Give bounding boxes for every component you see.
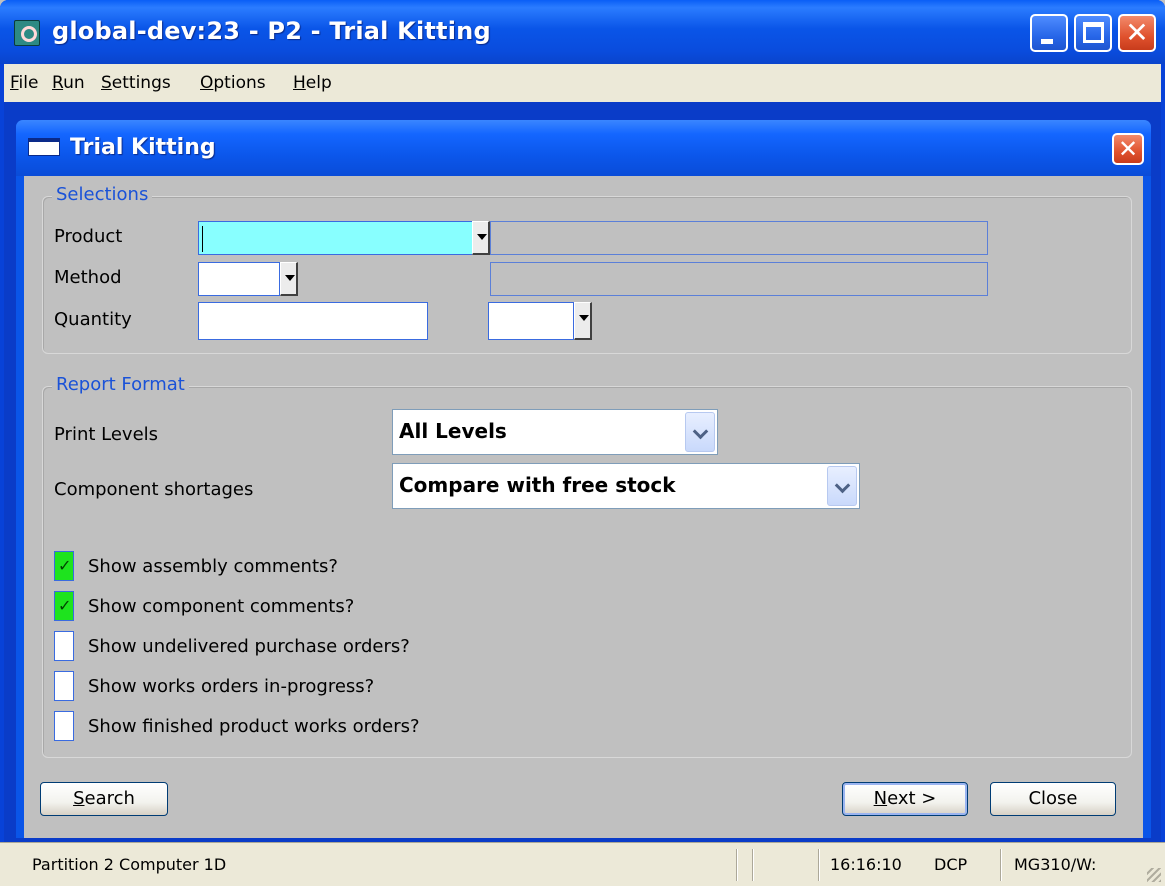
- product-field[interactable]: [198, 221, 474, 255]
- show-works-orders-in-progress-label: Show works orders in-progress?: [88, 676, 375, 697]
- print-levels-label: Print Levels: [54, 424, 159, 445]
- component-shortages-label: Component shortages: [54, 479, 254, 500]
- show-undelivered-purchase-orders-checkbox[interactable]: [54, 631, 74, 661]
- chevron-down-icon[interactable]: [685, 412, 715, 452]
- menu-run-accel: R: [52, 73, 64, 93]
- next-button-accel: N: [873, 788, 888, 809]
- show-finished-product-works-orders-checkbox[interactable]: [54, 711, 74, 741]
- print-levels-select[interactable]: All Levels: [392, 409, 718, 455]
- menu-help[interactable]: Help: [293, 73, 332, 93]
- menu-run-label: un: [63, 73, 85, 93]
- dialog-body: Selections Product Method Quantity Repor…: [24, 176, 1143, 838]
- search-button-accel: S: [73, 788, 85, 809]
- print-levels-value: All Levels: [399, 419, 507, 443]
- component-shortages-value: Compare with free stock: [399, 473, 676, 497]
- close-button[interactable]: Close: [990, 782, 1116, 816]
- show-assembly-comments-label: Show assembly comments?: [88, 556, 338, 577]
- method-input[interactable]: [199, 263, 279, 295]
- status-user: DCP: [934, 855, 968, 874]
- menu-file[interactable]: File: [10, 73, 38, 93]
- window-title: global-dev:23 - P2 - Trial Kitting: [52, 17, 491, 45]
- show-works-orders-in-progress-checkbox[interactable]: [54, 671, 74, 701]
- app-icon[interactable]: [14, 20, 40, 46]
- resize-grip-icon[interactable]: [1147, 868, 1161, 882]
- text-caret: [202, 226, 203, 252]
- dialog-title: Trial Kitting: [70, 135, 216, 160]
- menu-settings-label: ettings: [111, 73, 171, 93]
- next-button[interactable]: Next >: [842, 782, 968, 816]
- quantity-field[interactable]: [198, 302, 428, 340]
- product-description-input: [491, 222, 987, 254]
- window-titlebar[interactable]: global-dev:23 - P2 - Trial Kitting ✕: [0, 0, 1165, 64]
- quantity-unit-lookup-button[interactable]: [574, 302, 592, 340]
- status-bar: Partition 2 Computer 1D 16:16:10 DCP MG3…: [0, 842, 1165, 886]
- menu-options-label: ptions: [213, 73, 266, 93]
- search-button[interactable]: Search: [40, 782, 168, 816]
- show-undelivered-purchase-orders-label: Show undelivered purchase orders?: [88, 636, 410, 657]
- product-description-field: [490, 221, 988, 255]
- show-assembly-comments-checkbox[interactable]: [54, 551, 74, 581]
- status-partition: Partition 2 Computer 1D: [32, 855, 227, 874]
- quantity-input[interactable]: [199, 303, 427, 339]
- window-close-button[interactable]: ✕: [1118, 14, 1156, 52]
- menu-bar: File Run Settings Options Help: [4, 64, 1161, 102]
- menu-settings[interactable]: Settings: [101, 73, 171, 93]
- show-finished-product-works-orders-label: Show finished product works orders?: [88, 716, 420, 737]
- minimize-icon: [1041, 39, 1053, 44]
- method-label: Method: [54, 267, 122, 288]
- menu-help-label: elp: [305, 73, 332, 93]
- status-program: MG310/W:: [1014, 855, 1097, 874]
- method-description-field: [490, 262, 988, 296]
- status-divider: [818, 849, 820, 881]
- menu-run[interactable]: Run: [52, 73, 85, 93]
- quantity-unit-field[interactable]: [488, 302, 574, 340]
- menu-settings-accel: S: [101, 73, 112, 93]
- dialog-titlebar[interactable]: Trial Kitting ✕: [16, 120, 1151, 176]
- show-component-comments-checkbox[interactable]: [54, 591, 74, 621]
- maximize-icon: [1083, 22, 1104, 43]
- quantity-unit-input[interactable]: [489, 303, 573, 339]
- status-time: 16:16:10: [830, 855, 902, 874]
- status-divider: [736, 849, 738, 881]
- menu-options-accel: O: [200, 73, 214, 93]
- product-input[interactable]: [199, 222, 473, 254]
- product-label: Product: [54, 226, 123, 247]
- product-lookup-button[interactable]: [472, 221, 490, 255]
- method-lookup-button[interactable]: [280, 262, 298, 296]
- search-button-label: earch: [84, 788, 135, 809]
- close-icon: ✕: [1125, 16, 1149, 49]
- maximize-button[interactable]: [1074, 14, 1112, 52]
- window-icon: [28, 138, 60, 156]
- status-divider: [1000, 849, 1002, 881]
- method-field[interactable]: [198, 262, 280, 296]
- minimize-button[interactable]: [1030, 14, 1068, 52]
- menu-file-accel: F: [10, 73, 19, 93]
- menu-help-accel: H: [293, 73, 306, 93]
- dialog-close-button[interactable]: ✕: [1112, 133, 1144, 165]
- component-shortages-select[interactable]: Compare with free stock: [392, 463, 860, 509]
- chevron-down-icon[interactable]: [827, 466, 857, 506]
- menu-options[interactable]: Options: [200, 73, 266, 93]
- selections-legend: Selections: [52, 184, 153, 205]
- next-button-label: ext >: [887, 788, 937, 809]
- menu-file-label: ile: [18, 73, 39, 93]
- close-icon: ✕: [1117, 135, 1139, 163]
- show-component-comments-label: Show component comments?: [88, 596, 355, 617]
- report-format-legend: Report Format: [52, 374, 189, 395]
- method-description-input: [491, 263, 987, 295]
- status-divider: [752, 849, 754, 881]
- trial-kitting-dialog: Trial Kitting ✕ Selections Product Metho…: [16, 120, 1151, 838]
- quantity-label: Quantity: [54, 309, 132, 330]
